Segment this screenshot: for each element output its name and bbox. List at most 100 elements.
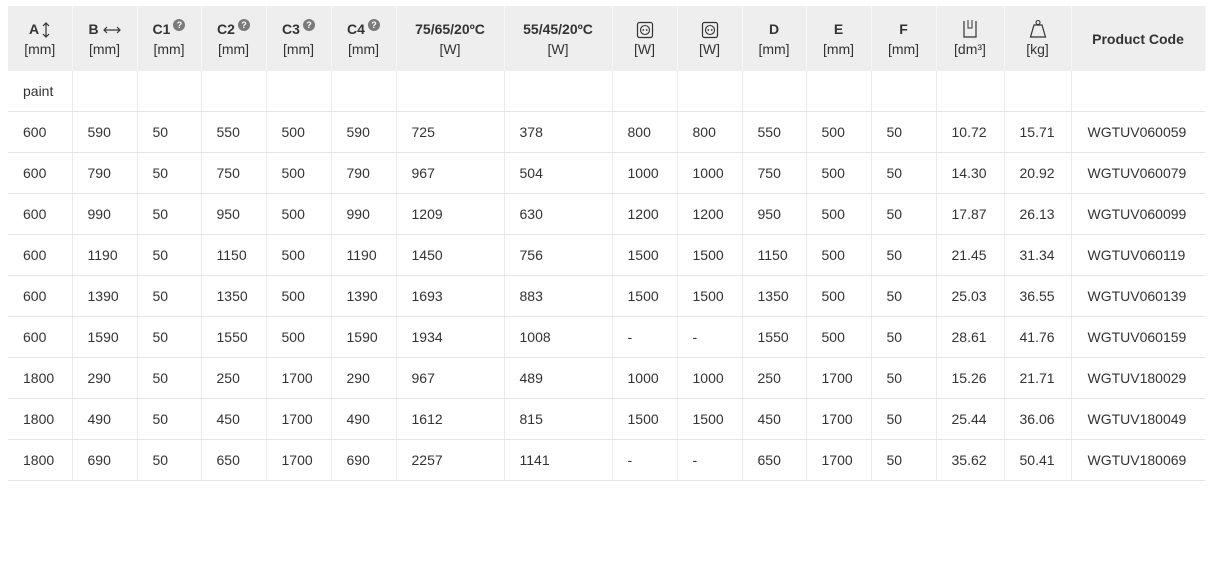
table-cell: 290 xyxy=(331,357,397,399)
table-cell: 50 xyxy=(871,357,937,399)
col-header-e[interactable]: E [mm] xyxy=(806,6,872,71)
help-icon[interactable]: ? xyxy=(367,18,380,31)
table-cell: 500 xyxy=(266,275,332,317)
table-cell: 50 xyxy=(137,152,202,194)
table-cell: 41.76 xyxy=(1004,316,1072,358)
col-header-c1[interactable]: C1? [mm] xyxy=(137,6,202,71)
table-cell: 800 xyxy=(612,111,678,153)
table-cell: 2257 xyxy=(396,439,505,481)
col-header-electric-2[interactable]: [W] xyxy=(677,6,743,71)
vertical-arrow-icon xyxy=(43,21,50,38)
table-cell: 600 xyxy=(8,193,73,235)
table-cell: 25.44 xyxy=(936,398,1005,440)
table-row[interactable]: 1800 690 50 650 1700 690 2257 1141- -650 1700 50 35… xyxy=(8,439,1205,481)
table-cell: 36.55 xyxy=(1004,275,1072,317)
table-cell: 490 xyxy=(331,398,397,440)
col-header-d[interactable]: D [mm] xyxy=(742,6,807,71)
table-cell: 35.62 xyxy=(936,439,1005,481)
table-cell: 1008 xyxy=(504,316,613,358)
table-cell: 500 xyxy=(266,193,332,235)
table-row[interactable]: 600 790 50 750 500 790 967 504 1000 1000 750 500 50 1… xyxy=(8,152,1205,194)
table-cell: 50 xyxy=(871,439,937,481)
help-icon[interactable]: ? xyxy=(237,18,250,31)
table-cell: 50 xyxy=(137,439,202,481)
col-header-electric-1[interactable]: [W] xyxy=(612,6,678,71)
table-cell: - xyxy=(677,439,743,481)
table-cell: 590 xyxy=(72,111,138,153)
table-cell: 50 xyxy=(137,111,202,153)
table-cell: 1934 xyxy=(396,316,505,358)
table-cell: 50 xyxy=(871,398,937,440)
col-header-output-75[interactable]: 75/65/20ºC [W] xyxy=(396,6,505,71)
help-icon[interactable]: ? xyxy=(173,18,186,31)
product-code-cell: WGTUV060079 xyxy=(1071,152,1205,194)
table-row[interactable]: 600 1190 50 1150 500 1190 1450 756 1500 1500 1150 5… xyxy=(8,234,1205,276)
table-row[interactable]: 1800 490 50 450 1700 490 1612 815 1500 1500 450 170… xyxy=(8,398,1205,440)
table-row[interactable]: 600 1390 50 1350 500 1390 1693 883 1500 1500 1350 5… xyxy=(8,275,1205,317)
product-code-cell: WGTUV180069 xyxy=(1071,439,1205,481)
table-cell: 450 xyxy=(201,398,267,440)
help-icon[interactable]: ? xyxy=(302,18,315,31)
table-cell: 600 xyxy=(8,316,73,358)
product-code-cell: WGTUV060159 xyxy=(1071,316,1205,358)
table-cell: 500 xyxy=(806,316,872,358)
table-cell: 15.26 xyxy=(936,357,1005,399)
table-cell: 504 xyxy=(504,152,613,194)
table-row[interactable]: 600 1590 50 1550 500 1590 1934 1008- -1550 500 50 2… xyxy=(8,316,1205,358)
col-header-c4[interactable]: C4? [mm] xyxy=(331,6,397,71)
product-table-container: A [mm] B [mm] C1? [mm] C2? [mm] C3? [mm]… xyxy=(8,6,1206,481)
table-cell: 990 xyxy=(72,193,138,235)
table-cell: 490 xyxy=(72,398,138,440)
col-header-output-55[interactable]: 55/45/20ºC [W] xyxy=(504,6,613,71)
table-cell: 1700 xyxy=(806,357,872,399)
table-row[interactable]: 600 590 50 550 500 590 725 378 800 800 550 500 50 10.… xyxy=(8,111,1205,153)
table-cell: 50 xyxy=(871,152,937,194)
table-cell: 550 xyxy=(742,111,807,153)
table-cell: 690 xyxy=(72,439,138,481)
table-cell: 950 xyxy=(201,193,267,235)
table-cell: 500 xyxy=(806,275,872,317)
table-cell: 600 xyxy=(8,275,73,317)
col-header-product-code[interactable]: Product Code xyxy=(1071,6,1206,71)
table-cell: 590 xyxy=(331,111,397,153)
table-cell: 500 xyxy=(266,316,332,358)
table-cell: 1612 xyxy=(396,398,505,440)
col-header-a[interactable]: A [mm] xyxy=(8,6,73,71)
table-cell: 1200 xyxy=(677,193,743,235)
table-cell: 450 xyxy=(742,398,807,440)
table-cell: 26.13 xyxy=(1004,193,1072,235)
table-cell: 815 xyxy=(504,398,613,440)
table-cell: 50 xyxy=(871,316,937,358)
table-cell: 378 xyxy=(504,111,613,153)
table-cell: 500 xyxy=(266,111,332,153)
table-cell: 500 xyxy=(806,193,872,235)
col-header-c3[interactable]: C3? [mm] xyxy=(266,6,332,71)
table-row[interactable]: 600 990 50 950 500 990 1209 630 1200 1200 950 500 50… xyxy=(8,193,1205,235)
table-cell: 50 xyxy=(871,111,937,153)
table-cell: 1000 xyxy=(677,152,743,194)
header-row: A [mm] B [mm] C1? [mm] C2? [mm] C3? [mm]… xyxy=(8,6,1206,71)
table-cell: 50.41 xyxy=(1004,439,1072,481)
table-cell: 250 xyxy=(742,357,807,399)
product-table: A [mm] B [mm] C1? [mm] C2? [mm] C3? [mm]… xyxy=(8,6,1206,481)
table-cell: 1800 xyxy=(8,357,73,399)
table-cell: 1590 xyxy=(331,316,397,358)
table-cell: 756 xyxy=(504,234,613,276)
col-header-c2[interactable]: C2? [mm] xyxy=(201,6,267,71)
table-cell: 725 xyxy=(396,111,505,153)
table-cell: 1390 xyxy=(331,275,397,317)
col-header-f[interactable]: F [mm] xyxy=(871,6,937,71)
col-header-volume[interactable]: [dm³] xyxy=(936,6,1005,71)
product-code-cell: WGTUV180029 xyxy=(1071,357,1205,399)
col-header-b[interactable]: B [mm] xyxy=(72,6,138,71)
table-cell: 1700 xyxy=(266,439,332,481)
col-header-weight[interactable]: [kg] xyxy=(1004,6,1072,71)
table-cell: 1350 xyxy=(742,275,807,317)
table-cell: 800 xyxy=(677,111,743,153)
table-cell: 1000 xyxy=(677,357,743,399)
table-row[interactable]: 1800 290 50 250 1700 290 967 489 1000 1000 250 1700… xyxy=(8,357,1205,399)
table-cell: 50 xyxy=(137,316,202,358)
table-cell: - xyxy=(677,316,743,358)
table-cell: 50 xyxy=(137,398,202,440)
table-cell: 14.30 xyxy=(936,152,1005,194)
